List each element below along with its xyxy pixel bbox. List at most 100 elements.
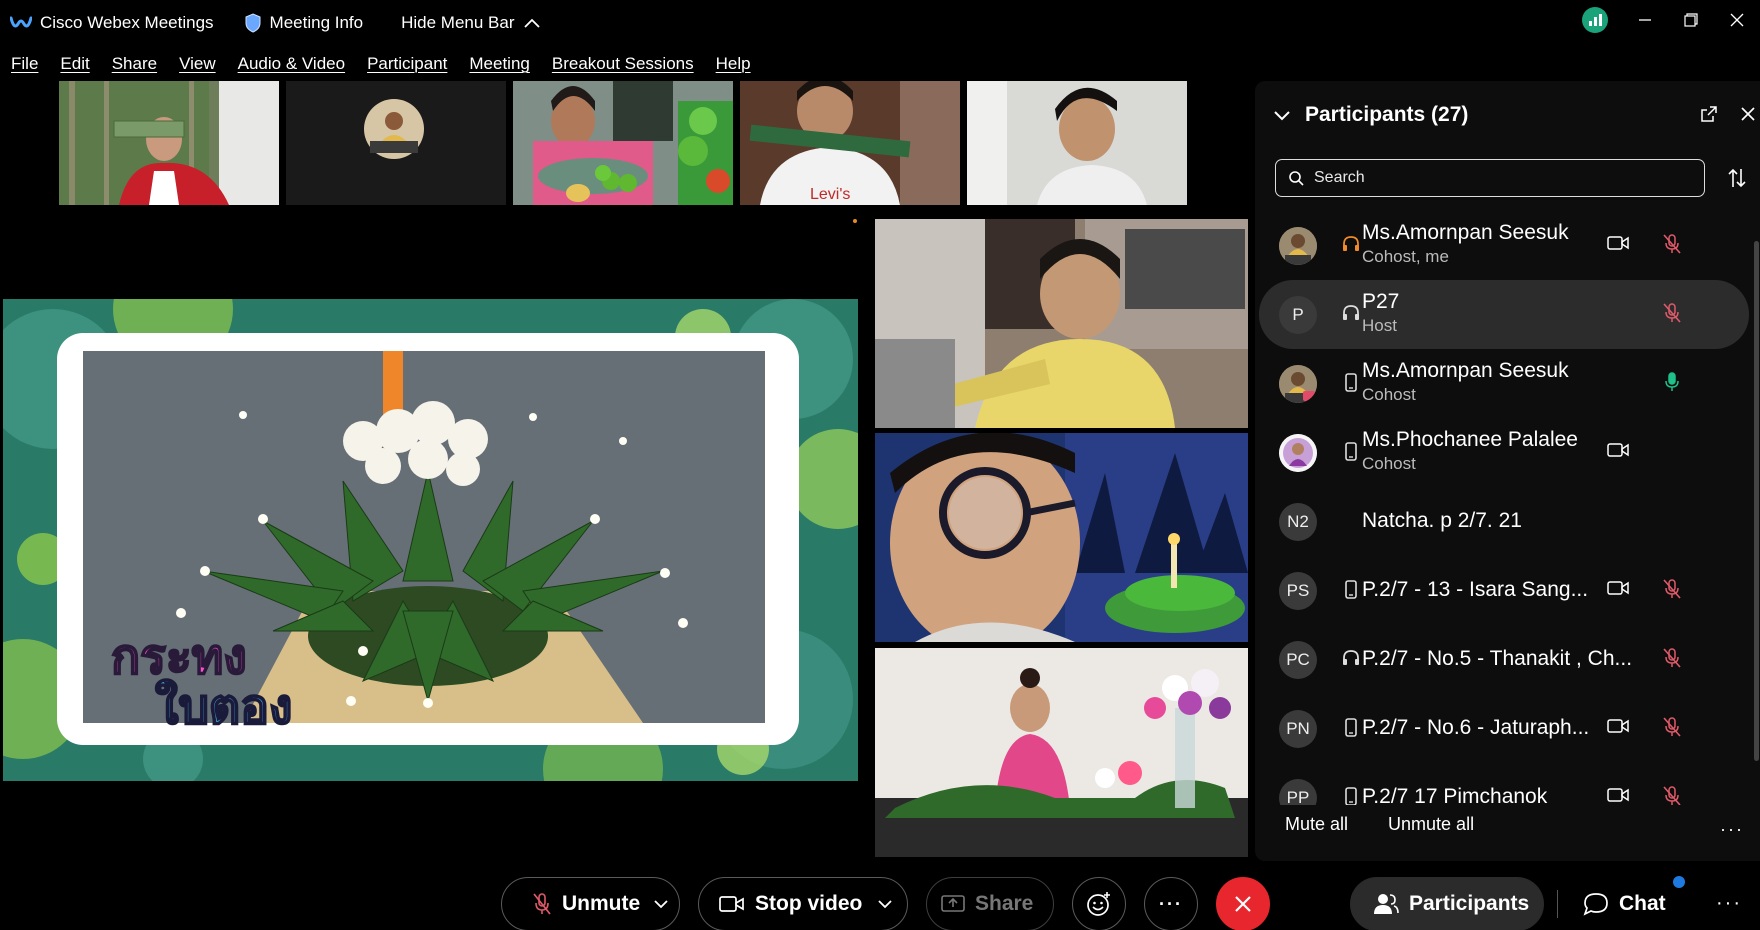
- participant-row[interactable]: Ms.Amornpan Seesuk Cohost: [1259, 349, 1749, 418]
- video-thumbnail[interactable]: [967, 81, 1187, 205]
- participants-button[interactable]: Participants: [1350, 877, 1544, 930]
- participant-row[interactable]: Ms.Amornpan Seesuk Cohost, me: [1259, 211, 1749, 280]
- participant-row[interactable]: Ms.Phochanee Palalee Cohost: [1259, 418, 1749, 487]
- participants-label: Participants: [1409, 892, 1530, 915]
- chevron-down-icon[interactable]: [878, 899, 892, 909]
- muted-mic-icon[interactable]: [1662, 647, 1682, 669]
- participant-video[interactable]: [875, 219, 1248, 428]
- end-call-button[interactable]: [1216, 877, 1270, 930]
- menu-bar: File Edit Share View Audio & Video Parti…: [0, 46, 762, 82]
- participant-role: Cohost, me: [1362, 247, 1449, 266]
- phone-icon: [1345, 787, 1357, 805]
- muted-mic-icon[interactable]: [1662, 716, 1682, 738]
- camera-icon[interactable]: [1607, 580, 1629, 596]
- menu-audio-video[interactable]: Audio & Video: [238, 54, 345, 74]
- participant-list: Ms.Amornpan Seesuk Cohost, me P P27 Host: [1259, 211, 1749, 805]
- participant-name: P.2/7 17 Pimchanok: [1362, 785, 1548, 805]
- hide-menu-bar-button[interactable]: Hide Menu Bar: [401, 13, 540, 33]
- camera-icon[interactable]: [1607, 235, 1629, 251]
- menu-view[interactable]: View: [179, 54, 216, 74]
- participant-video[interactable]: [875, 433, 1248, 642]
- network-stats-icon[interactable]: [1582, 7, 1608, 33]
- more-options-button[interactable]: ···: [1144, 877, 1198, 930]
- search-input[interactable]: [1314, 169, 1694, 187]
- participant-list-scrollbar[interactable]: [1754, 211, 1760, 805]
- participant-row[interactable]: N2 Natcha. p 2/7. 21: [1259, 487, 1749, 556]
- title-bar: Cisco Webex Meetings Meeting Info Hide M…: [0, 0, 1760, 46]
- meeting-info-button[interactable]: Meeting Info: [244, 13, 363, 33]
- share-button[interactable]: Share: [926, 877, 1054, 930]
- participant-role: Host: [1362, 316, 1397, 335]
- video-thumbnail[interactable]: [513, 81, 733, 205]
- close-panel-icon[interactable]: [1740, 106, 1756, 122]
- avatar: [1279, 433, 1317, 472]
- phone-icon: [1345, 373, 1357, 392]
- menu-file[interactable]: File: [11, 54, 38, 74]
- participant-name: P.2/7 - No.6 - Jaturaph...: [1362, 716, 1590, 739]
- popout-icon[interactable]: [1700, 105, 1718, 123]
- participant-row[interactable]: P P27 Host: [1259, 280, 1749, 349]
- participants-header[interactable]: Participants (27): [1273, 103, 1468, 127]
- participant-name: Ms.Amornpan Seesuk: [1362, 221, 1569, 244]
- camera-icon[interactable]: [1607, 442, 1629, 458]
- menu-help[interactable]: Help: [716, 54, 751, 74]
- menu-breakout-sessions[interactable]: Breakout Sessions: [552, 54, 694, 74]
- muted-mic-icon[interactable]: [1662, 785, 1682, 805]
- menu-participant[interactable]: Participant: [367, 54, 447, 74]
- menu-edit[interactable]: Edit: [60, 54, 89, 74]
- menu-share[interactable]: Share: [112, 54, 157, 74]
- video-thumbnail[interactable]: [286, 81, 506, 205]
- unmute-all-button[interactable]: Unmute all: [1388, 814, 1474, 835]
- more-icon: ···: [1159, 893, 1183, 914]
- participant-search-box[interactable]: [1275, 159, 1705, 197]
- stop-video-button[interactable]: Stop video: [698, 877, 908, 930]
- minimize-button[interactable]: [1622, 0, 1668, 40]
- unmute-button[interactable]: Unmute: [501, 877, 680, 930]
- participant-row[interactable]: PS P.2/7 - 13 - Isara Sang...: [1259, 556, 1749, 625]
- chevron-up-icon: [523, 18, 540, 28]
- active-mic-icon[interactable]: [1662, 371, 1682, 393]
- close-window-button[interactable]: [1714, 0, 1760, 40]
- reactions-button[interactable]: [1072, 877, 1126, 930]
- hide-menu-bar-label: Hide Menu Bar: [401, 13, 515, 32]
- participant-info: Ms.Amornpan Seesuk Cohost: [1362, 359, 1569, 405]
- phone-icon: [1345, 442, 1357, 461]
- participant-role: Cohost: [1362, 385, 1416, 404]
- headset-icon: [1343, 236, 1359, 251]
- chat-label: Chat: [1619, 892, 1666, 915]
- participants-footer: Mute all Unmute all: [1285, 814, 1474, 835]
- camera-icon[interactable]: [1607, 718, 1629, 734]
- video-thumbnail[interactable]: Levi's: [740, 81, 960, 205]
- mute-all-button[interactable]: Mute all: [1285, 814, 1348, 835]
- participant-row[interactable]: PN P.2/7 - No.6 - Jaturaph...: [1259, 694, 1749, 763]
- video-thumbnail[interactable]: [59, 81, 279, 205]
- participant-row[interactable]: PP P.2/7 17 Pimchanok: [1259, 763, 1749, 805]
- close-icon: [1235, 896, 1251, 912]
- chevron-down-icon[interactable]: [1273, 109, 1291, 121]
- participant-role: Cohost: [1362, 454, 1416, 473]
- chat-notification-badge: [1673, 876, 1685, 888]
- meeting-controls-toolbar: Unmute Stop video Share ··· Participants: [0, 870, 1760, 930]
- panel-more-options-button[interactable]: ···: [1720, 819, 1744, 840]
- participant-info: Ms.Phochanee Palalee Cohost: [1362, 428, 1578, 474]
- emoji-icon: [1087, 892, 1110, 916]
- participant-name: P.2/7 - 13 - Isara Sang...: [1362, 578, 1589, 601]
- participant-row[interactable]: PC P.2/7 - No.5 - Thanakit , Ch...: [1259, 625, 1749, 694]
- avatar: PN: [1279, 709, 1317, 748]
- chevron-down-icon[interactable]: [654, 899, 668, 909]
- muted-mic-icon[interactable]: [1662, 302, 1682, 324]
- restore-button[interactable]: [1668, 0, 1714, 40]
- avatar: [1279, 364, 1317, 403]
- participant-video[interactable]: [875, 648, 1248, 857]
- toolbar-more-button[interactable]: ···: [1716, 892, 1742, 915]
- app-title: Cisco Webex Meetings: [40, 13, 214, 32]
- menu-meeting[interactable]: Meeting: [469, 54, 529, 74]
- muted-mic-icon[interactable]: [1662, 233, 1682, 255]
- chat-button[interactable]: Chat: [1570, 877, 1690, 930]
- participant-name: Ms.Amornpan Seesuk: [1362, 359, 1569, 382]
- muted-mic-icon[interactable]: [1662, 578, 1682, 600]
- headset-icon: [1343, 650, 1359, 665]
- sort-icon[interactable]: [1727, 167, 1747, 189]
- camera-icon[interactable]: [1607, 787, 1629, 803]
- video-filmstrip: Levi's: [59, 81, 1187, 205]
